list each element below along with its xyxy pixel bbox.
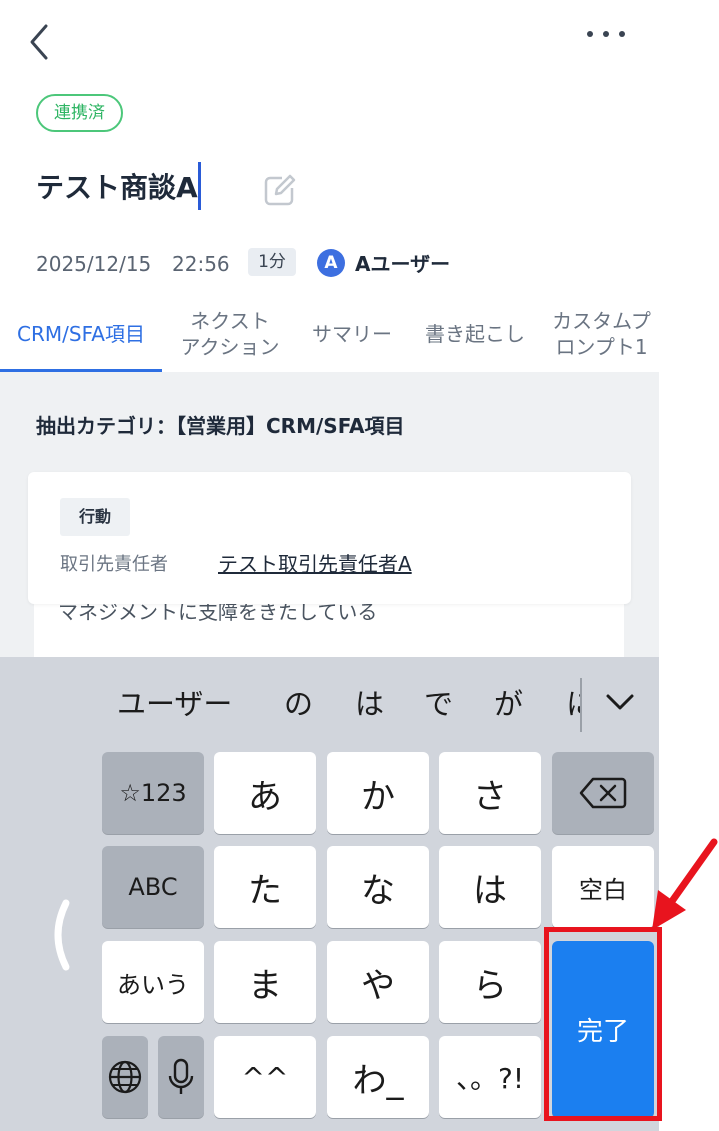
key-ka[interactable]: か: [327, 752, 429, 834]
tab-transcript[interactable]: 書き起こし: [406, 296, 544, 372]
tab-next-action[interactable]: ネクスト アクション: [162, 296, 298, 372]
suggestion-6[interactable]: に: [566, 684, 580, 724]
avatar: A: [317, 249, 345, 277]
chevron-down-icon: [606, 694, 634, 710]
expand-suggestions-button[interactable]: [602, 686, 638, 718]
microphone-icon: [168, 1058, 194, 1094]
key-wa[interactable]: わ_: [327, 1036, 429, 1118]
field-label: 取引先責任者: [60, 554, 168, 575]
field-card: [28, 472, 631, 604]
back-button[interactable]: [22, 20, 58, 64]
page-title[interactable]: テスト商談A: [36, 168, 198, 208]
suggestion-5[interactable]: が: [494, 684, 523, 724]
tab-crm-sfa[interactable]: CRM/SFA項目: [0, 296, 162, 372]
field-value-link[interactable]: テスト取引先責任者A: [218, 550, 412, 578]
symbols-key[interactable]: ☆123: [102, 752, 204, 834]
tab-bar: CRM/SFA項目 ネクスト アクション サマリー 書き起こし カスタムプ ロン…: [0, 296, 659, 373]
edit-icon: [264, 174, 296, 206]
globe-icon: [108, 1060, 142, 1094]
mic-key[interactable]: [158, 1036, 204, 1118]
highlight-box: [544, 927, 662, 1121]
key-ya[interactable]: や: [327, 941, 429, 1023]
more-dots-icon: [587, 31, 625, 37]
tab-custom-prompt[interactable]: カスタムプ ロンプト1: [544, 296, 659, 372]
meeting-time: 22:56: [172, 252, 230, 276]
key-ra[interactable]: ら: [439, 941, 541, 1023]
key-ta[interactable]: た: [214, 846, 316, 928]
suggestion-3[interactable]: は: [355, 684, 384, 724]
backspace-icon: [579, 777, 627, 809]
user-name: Aユーザー: [355, 252, 451, 276]
text-cursor: [198, 162, 201, 210]
kana-mode-key[interactable]: あいう: [102, 941, 204, 1023]
key-na[interactable]: な: [327, 846, 429, 928]
category-label: 抽出カテゴリ：【営業用】CRM/SFA項目: [36, 414, 405, 438]
more-options-button[interactable]: [580, 20, 636, 50]
tab-summary[interactable]: サマリー: [298, 296, 406, 372]
chevron-left-icon: [30, 24, 48, 60]
edit-title-button[interactable]: [262, 172, 298, 208]
key-a[interactable]: あ: [214, 752, 316, 834]
key-sa[interactable]: さ: [439, 752, 541, 834]
key-ha[interactable]: は: [439, 846, 541, 928]
category-chip: 行動: [60, 498, 130, 536]
meeting-date: 2025/12/15: [36, 252, 152, 276]
suggestion-divider: [580, 678, 582, 732]
key-ma[interactable]: ま: [214, 941, 316, 1023]
annotation-arrow-icon: [652, 838, 718, 930]
backspace-key[interactable]: [552, 752, 654, 834]
chevron-left-icon: [54, 899, 70, 971]
globe-key[interactable]: [102, 1036, 148, 1118]
abc-key[interactable]: ABC: [102, 846, 204, 928]
status-badge: 連携済: [36, 94, 123, 132]
keyboard-cursor-left-button[interactable]: [40, 895, 80, 975]
dakuten-key[interactable]: ^^: [214, 1036, 316, 1118]
duration-badge: 1分: [248, 248, 296, 276]
punctuation-key[interactable]: 、。?!: [439, 1036, 541, 1118]
suggestion-2[interactable]: の: [284, 684, 313, 724]
suggestion-1[interactable]: ユーザー: [117, 684, 232, 724]
suggestion-4[interactable]: で: [424, 684, 453, 724]
